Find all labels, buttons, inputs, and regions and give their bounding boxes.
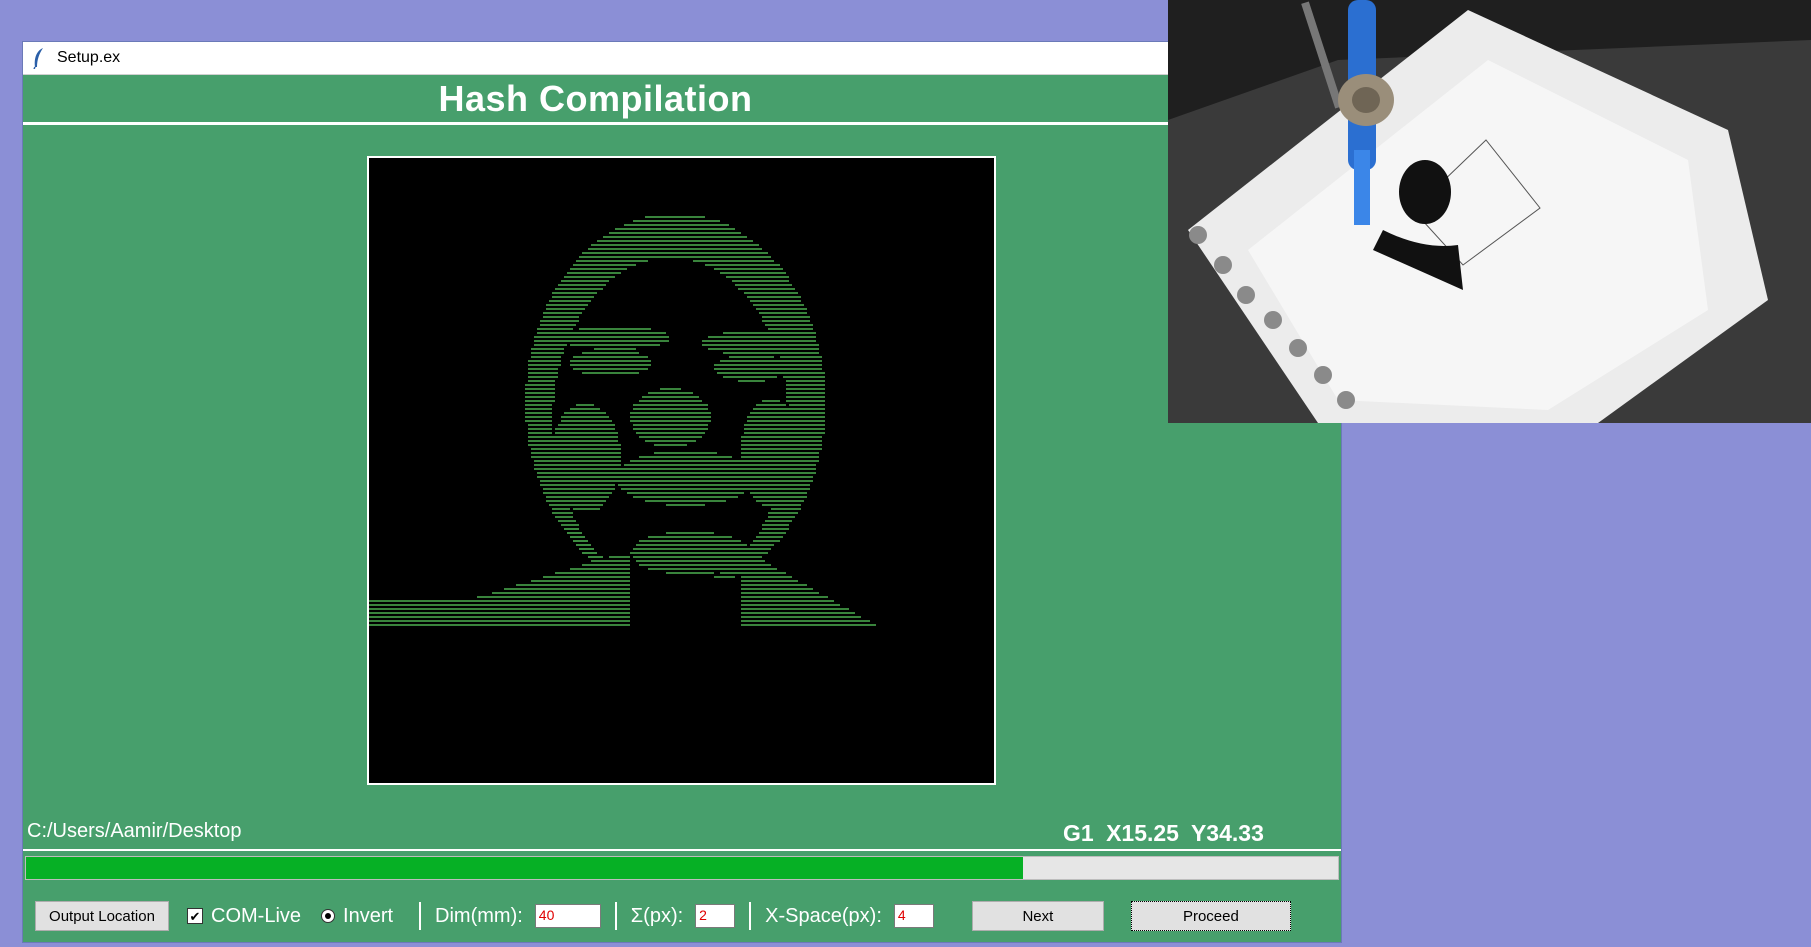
compile-progress-bar — [25, 856, 1339, 880]
sigma-input[interactable]: 2 — [695, 904, 736, 928]
com-live-label: COM-Live — [211, 904, 302, 927]
invert-label: Invert — [343, 904, 394, 927]
radio-selected-icon[interactable] — [321, 909, 336, 923]
control-separator — [749, 902, 752, 930]
output-path-label: C:/Users/Aamir/Desktop — [27, 820, 242, 842]
gcode-y: Y34.33 — [1190, 820, 1264, 846]
invert-radio[interactable]: Invert — [321, 905, 393, 928]
hatch-preview-canvas — [367, 156, 996, 785]
control-separator — [419, 902, 422, 930]
control-separator — [614, 902, 617, 930]
xspace-label: X-Space(px): — [765, 904, 882, 927]
com-live-checkbox[interactable]: ✔ COM-Live — [187, 905, 301, 928]
next-button[interactable]: Next — [971, 901, 1104, 931]
output-location-button[interactable]: Output Location — [35, 901, 169, 931]
app-window: Setup.ex Hash Compilation C:/Users/Aamir… — [23, 42, 1341, 942]
xspace-input[interactable]: 4 — [893, 904, 934, 928]
hatch-preview-image — [369, 216, 876, 626]
proceed-button[interactable]: Proceed — [1130, 901, 1291, 931]
webcam-feed — [1168, 0, 1811, 423]
feather-icon — [31, 47, 47, 70]
header-divider — [23, 122, 1168, 125]
sigma-label: Σ(px): — [630, 904, 684, 927]
window-title: Setup.ex — [57, 49, 121, 66]
gcode-x: X15.25 — [1106, 820, 1179, 846]
page-title: Hash Compilation — [438, 78, 753, 119]
gcode-command: G1 — [1063, 820, 1094, 846]
status-divider — [23, 849, 1341, 851]
dim-input[interactable]: 40 — [534, 904, 601, 928]
dim-label: Dim(mm): — [435, 904, 523, 927]
plotter-camera-image — [1168, 0, 1811, 423]
title-bar: Setup.ex — [23, 42, 1341, 75]
checkbox-checked-icon[interactable]: ✔ — [187, 908, 203, 924]
control-bar: Output Location ✔ COM-Live Invert Dim(mm… — [23, 894, 1341, 938]
progress-fill — [26, 857, 1024, 879]
gcode-readout: G1 X15.25 Y34.33 — [1063, 820, 1264, 847]
